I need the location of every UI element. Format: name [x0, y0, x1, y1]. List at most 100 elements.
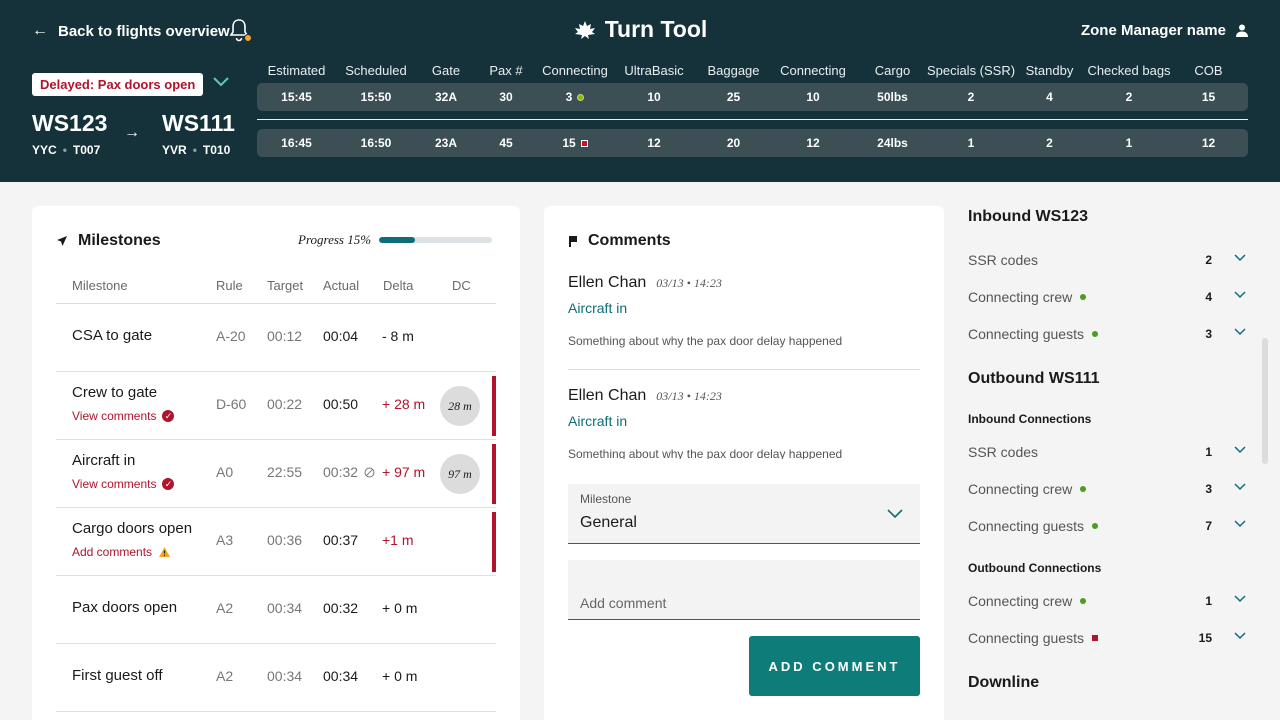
metric-value: 16:50: [336, 136, 416, 150]
connecting-guests-row[interactable]: Connecting guests 3: [968, 324, 1248, 344]
milestone-actual: 00:34: [323, 668, 359, 684]
outbound-connections-title: Outbound Connections: [968, 561, 1102, 575]
no-symbol-icon: [364, 467, 375, 477]
metric-column-header: Connecting: [542, 62, 608, 78]
metric-column-header: Scheduled: [345, 62, 407, 78]
milestone-row[interactable]: Aircraft in View comments ✓ A0 22:55 00:3…: [56, 440, 496, 508]
connecting-guests-row[interactable]: Connecting guests 7: [968, 516, 1248, 536]
comments-card: Comments Ellen Chan 03/13 • 14:23 Aircraf…: [544, 206, 944, 720]
chevron-down-icon: [1234, 446, 1246, 454]
connecting-crew-row[interactable]: Connecting crew 3: [968, 479, 1248, 499]
metric-value: 30: [476, 90, 536, 104]
metric-column-header: Estimated: [267, 62, 326, 78]
view-comments-link[interactable]: View comments ✓: [72, 409, 175, 423]
metric-column-header: Checked bags: [1087, 62, 1171, 78]
milestone-select-value: General: [580, 514, 637, 531]
progress-label: Progress 15%: [298, 232, 372, 247]
milestone-select[interactable]: Milestone General: [568, 484, 920, 544]
milestone-delta: - 8 m: [382, 328, 414, 344]
comment-milestone-link[interactable]: Aircraft in: [568, 413, 920, 429]
milestone-delta: + 0 m: [382, 600, 418, 616]
delay-code-badge[interactable]: 28 m: [440, 386, 480, 426]
view-comments-link[interactable]: View comments ✓: [72, 477, 175, 491]
comment-input[interactable]: [568, 560, 920, 620]
comment-milestone-link[interactable]: Aircraft in: [568, 300, 920, 316]
milestone-rule: A3: [216, 532, 234, 548]
delay-code-badge[interactable]: 97 m: [440, 454, 480, 494]
metric-column-header: Cargo: [874, 62, 911, 78]
connecting-crew-row[interactable]: Connecting crew 4: [968, 287, 1248, 307]
arrow-right-icon: →: [124, 124, 140, 141]
milestone-row[interactable]: First guest off A2 00:34 00:34 + 0 m: [56, 644, 496, 712]
chevron-down-icon: [887, 509, 903, 519]
metric-value: 15:50: [336, 90, 416, 104]
progress-bar-fill: [379, 237, 416, 243]
comment-item: Ellen Chan 03/13 • 14:23 Aircraft in Some…: [568, 387, 920, 459]
comment-author: Ellen Chan: [568, 387, 647, 404]
metric-value: 45: [476, 136, 536, 150]
comment-timestamp: 03/13 • 14:23: [656, 389, 722, 403]
metric-column-header: Pax #: [489, 62, 523, 78]
milestone-row[interactable]: Cargo doors open Add comments A3 00:36 0…: [56, 508, 496, 576]
metric-value-text: 25: [726, 90, 741, 104]
ssr-codes-row[interactable]: SSR codes 2: [968, 250, 1248, 270]
col-actual: Actual: [323, 278, 360, 293]
milestone-name: Aircraft in: [72, 452, 136, 469]
scrollbar-thumb[interactable]: [1262, 338, 1268, 464]
status-badge: Delayed: Pax doors open: [32, 73, 204, 96]
comment-body: Something about why the pax door delay h…: [568, 447, 843, 459]
inbound-connections-title: Inbound Connections: [968, 412, 1092, 426]
milestone-rule: A2: [216, 668, 234, 684]
milestone-row[interactable]: CSA to gate A-20 00:12 00:04 - 8 m: [56, 304, 496, 372]
chevron-down-icon: [1234, 632, 1246, 640]
comment-timestamp: 03/13 • 14:23: [656, 276, 722, 290]
metric-value: 50lbs: [853, 90, 932, 104]
inbound-terminal: T007: [72, 143, 101, 157]
metric-value-text: 3: [565, 90, 573, 104]
milestone-row[interactable]: Crew to gate View comments ✓ D-60 00:22 0…: [56, 372, 496, 440]
milestone-target: 00:34: [267, 668, 303, 684]
metric-column-header: COB: [1194, 62, 1223, 78]
user-menu[interactable]: Zone Manager name: [1081, 22, 1248, 39]
comment-author: Ellen Chan: [568, 274, 647, 291]
user-name: Zone Manager name: [1080, 22, 1226, 39]
metric-column-header: UltraBasic: [624, 62, 684, 78]
chevron-down-icon: [1234, 291, 1246, 299]
milestone-delta: + 0 m: [382, 668, 418, 684]
milestones-title: Milestones: [56, 232, 161, 250]
metric-value: 1: [1089, 136, 1169, 150]
connecting-guests-row[interactable]: Connecting guests 15: [968, 628, 1248, 648]
metric-value-text: 16:50: [360, 136, 392, 150]
milestone-target: 00:12: [267, 328, 303, 344]
flight-metrics: Estimated Scheduled Gate Pax # Connecting Ult…: [257, 62, 1248, 157]
milestone-target: 00:34: [267, 600, 303, 616]
chevron-down-icon: [1234, 328, 1246, 336]
metric-column-header: Gate: [431, 62, 461, 78]
ssr-codes-row[interactable]: SSR codes 1: [968, 442, 1248, 462]
milestone-delta: + 97 m: [382, 464, 426, 480]
milestone-target: 00:22: [267, 396, 303, 412]
milestone-row[interactable]: Pax doors open A2 00:34 00:32 + 0 m: [56, 576, 496, 644]
milestone-name: First guest off: [72, 667, 163, 684]
divider: [257, 119, 1248, 120]
inbound-metrics-row: 15:45 15:50 32A 30 3 10 25 10 50lbs 2 4 2 15: [257, 83, 1248, 111]
metric-value-text: 15: [562, 136, 576, 150]
metric-value-text: 4: [1046, 90, 1053, 104]
alert-flag: [492, 512, 496, 572]
col-target: Target: [267, 278, 304, 293]
metric-value: 4: [1010, 90, 1089, 104]
alert-flag: [492, 376, 496, 436]
add-comment-button[interactable]: ADD COMMENT: [749, 636, 920, 696]
metric-value-text: 15:45: [281, 90, 312, 104]
chevron-down-icon[interactable]: [212, 74, 230, 88]
add-comments-link[interactable]: Add comments: [72, 545, 171, 559]
milestone-delta: + 28 m: [382, 396, 426, 412]
metric-value-text: 12: [1201, 136, 1216, 150]
comment-body: Something about why the pax door delay h…: [568, 334, 843, 348]
metric-value-text: 12: [647, 136, 661, 150]
connecting-crew-row[interactable]: Connecting crew 1: [968, 591, 1248, 611]
milestone-target: 22:55: [267, 464, 303, 480]
milestone-actual: 00:37: [323, 532, 359, 548]
milestone-actual: 00:04: [323, 328, 359, 344]
chevron-down-icon: [1234, 520, 1246, 528]
